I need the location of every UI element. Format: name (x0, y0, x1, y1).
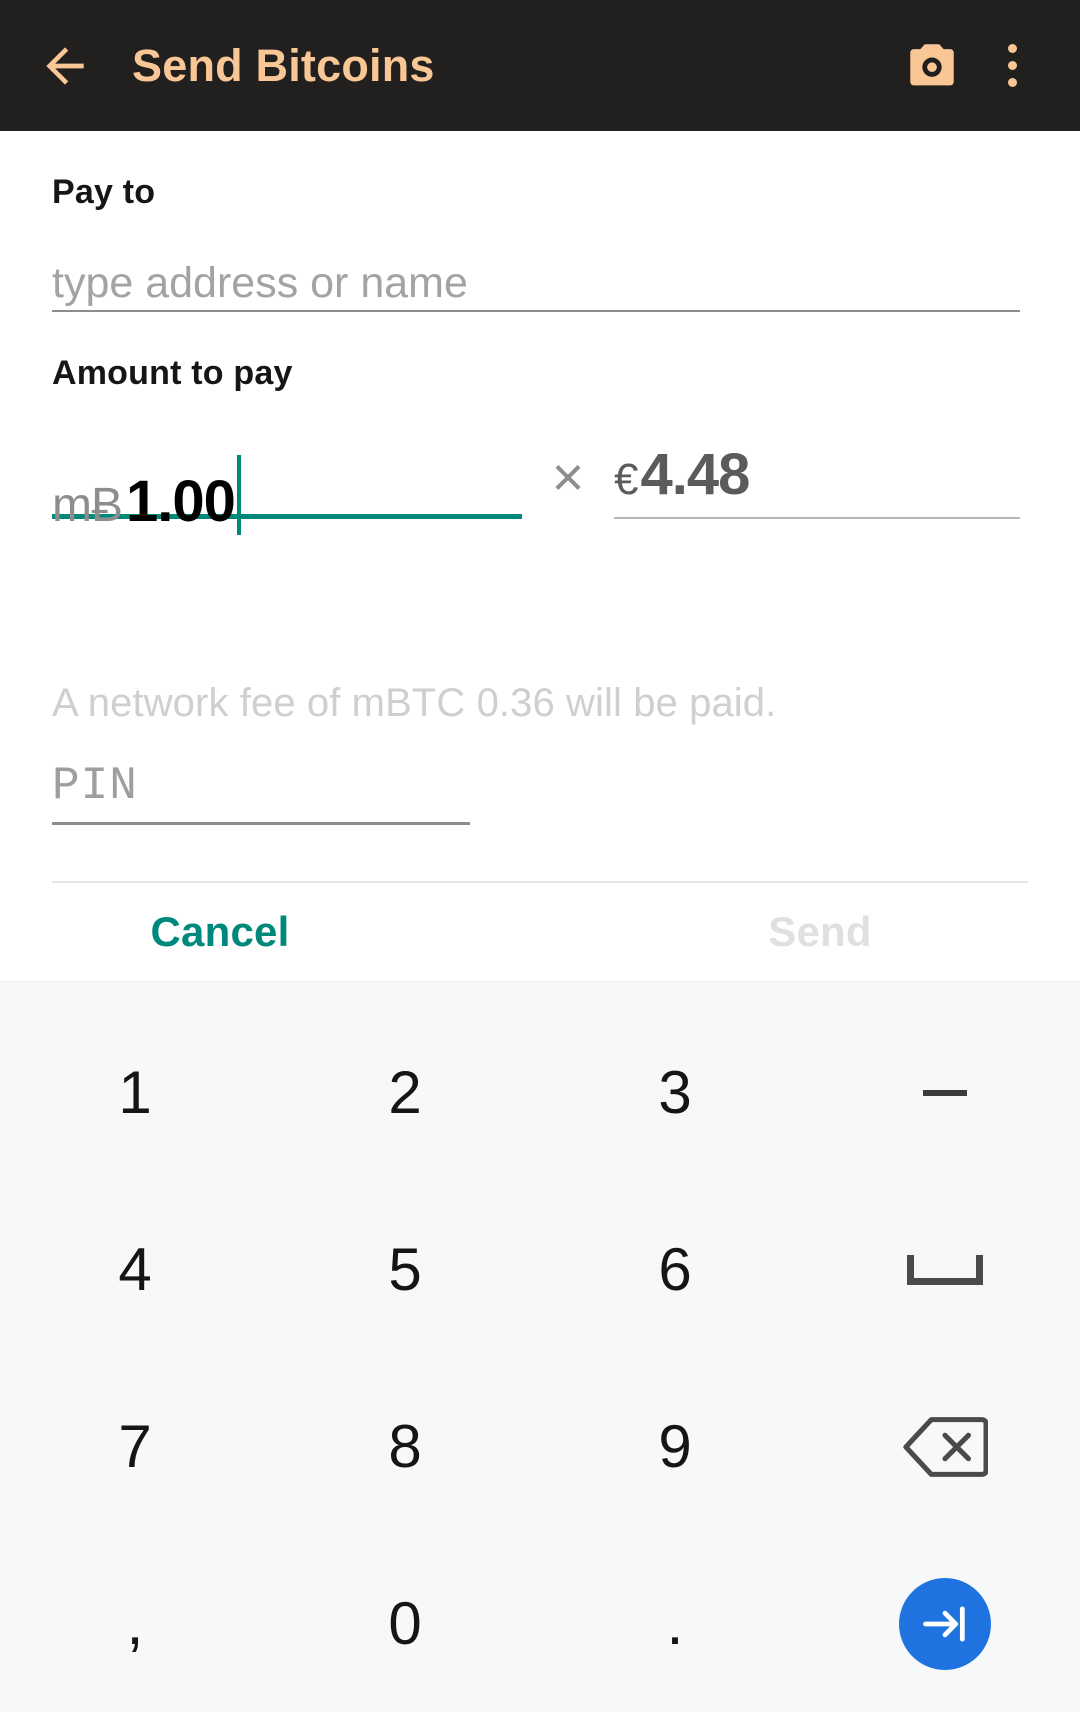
btc-amount-input[interactable]: mɃ 1.00 (52, 441, 522, 535)
cancel-button[interactable]: Cancel (0, 908, 440, 956)
arrow-left-icon (46, 46, 84, 85)
key-5[interactable]: 5 (270, 1181, 540, 1358)
send-button[interactable]: Send (600, 908, 1040, 956)
pay-to-placeholder: type address or name (52, 258, 468, 307)
key-9[interactable]: 9 (540, 1358, 810, 1535)
key-1[interactable]: 1 (0, 1004, 270, 1181)
key-6[interactable]: 6 (540, 1181, 810, 1358)
fiat-amount-value: 4.48 (640, 442, 750, 507)
fiat-currency-symbol: € (614, 455, 639, 504)
fiat-amount-input[interactable]: € 4.48 (614, 441, 1020, 519)
pay-to-input[interactable]: type address or name (52, 238, 1020, 312)
key-7[interactable]: 7 (0, 1358, 270, 1535)
overflow-menu-button[interactable] (972, 26, 1052, 106)
keyboard-row: 4 5 6 (0, 1181, 1080, 1358)
key-period[interactable]: . (540, 1535, 810, 1712)
pin-input[interactable]: PIN (52, 760, 470, 825)
key-space[interactable] (810, 1181, 1080, 1358)
pay-to-label: Pay to (52, 173, 156, 211)
space-bar-icon (907, 1254, 983, 1285)
numeric-keyboard: 1 2 3 4 5 6 7 8 9 , 0 . (0, 981, 1080, 1712)
amount-to-pay-label: Amount to pay (52, 354, 293, 392)
camera-icon (910, 43, 954, 85)
btc-unit-label: mɃ (52, 479, 123, 532)
key-8[interactable]: 8 (270, 1358, 540, 1535)
key-minus[interactable] (810, 1004, 1080, 1181)
back-button[interactable] (28, 29, 102, 103)
backspace-icon (903, 1416, 988, 1477)
key-2[interactable]: 2 (270, 1004, 540, 1181)
keyboard-row: , 0 . (0, 1535, 1080, 1712)
text-caret (236, 455, 241, 535)
key-0[interactable]: 0 (270, 1535, 540, 1712)
pin-placeholder: PIN (52, 760, 138, 812)
key-3[interactable]: 3 (540, 1004, 810, 1181)
app-bar: Send Bitcoins (0, 0, 1080, 131)
enter-button[interactable] (899, 1577, 991, 1670)
network-fee-note: A network fee of mBTC 0.36 will be paid. (52, 681, 777, 725)
send-form: Pay to type address or name Amount to pa… (0, 173, 1080, 883)
keyboard-row: 7 8 9 (0, 1358, 1080, 1535)
amount-separator: × (551, 445, 585, 508)
minus-icon (923, 1089, 967, 1096)
key-comma[interactable]: , (0, 1535, 270, 1712)
keyboard-row: 1 2 3 (0, 1004, 1080, 1181)
key-backspace[interactable] (810, 1358, 1080, 1535)
key-enter[interactable] (810, 1535, 1080, 1712)
amount-row: mɃ 1.00 × € 4.48 (52, 441, 1020, 535)
page-title: Send Bitcoins (132, 39, 435, 91)
key-4[interactable]: 4 (0, 1181, 270, 1358)
tab-arrow-icon (923, 1605, 965, 1642)
btc-amount-value: 1.00 (126, 469, 236, 534)
overflow-menu-icon (992, 36, 1032, 96)
action-button-bar: Cancel Send (0, 883, 1080, 981)
scan-qr-button[interactable] (892, 26, 972, 106)
